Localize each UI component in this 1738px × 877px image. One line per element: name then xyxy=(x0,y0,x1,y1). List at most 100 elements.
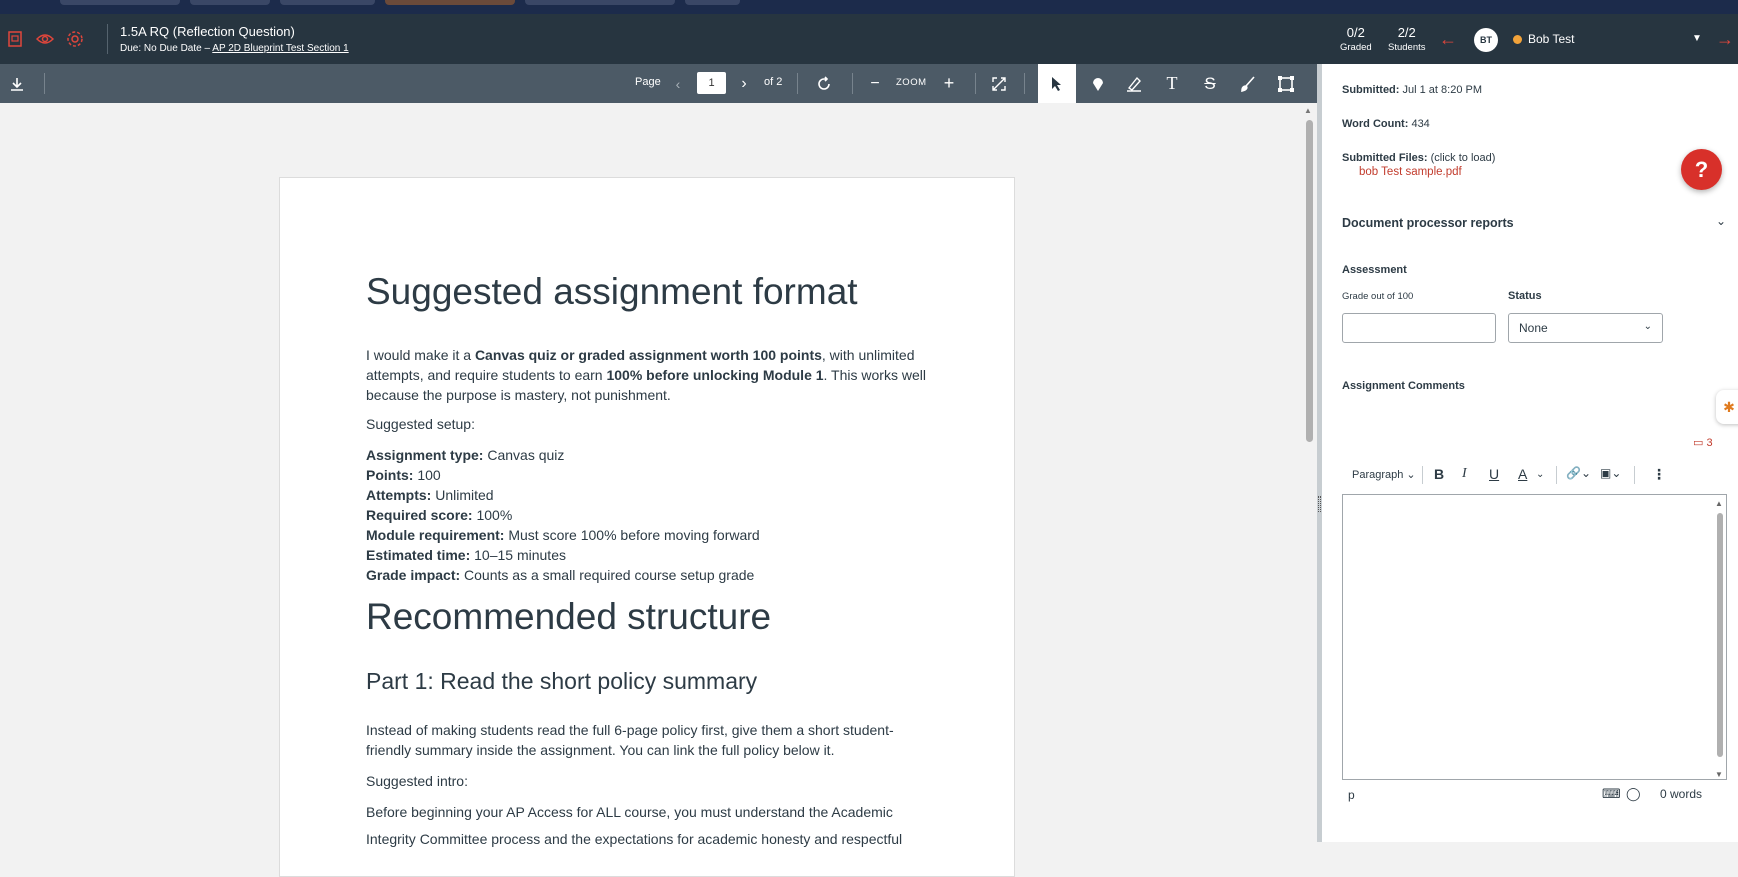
setup-value: 100 xyxy=(413,467,441,483)
browser-tab[interactable] xyxy=(385,0,515,5)
submitted-file-link[interactable]: bob Test sample.pdf xyxy=(1359,166,1462,178)
eye-icon[interactable] xyxy=(35,29,55,49)
files-hint: (click to load) xyxy=(1427,152,1496,164)
doc-heading-structure: Recommended structure xyxy=(366,596,772,637)
question-mark-icon: ? xyxy=(1694,156,1709,182)
toolbar-divider xyxy=(797,73,798,94)
students-stat: 2/2 Students xyxy=(1388,25,1426,53)
setup-key: Estimated time: xyxy=(366,547,471,563)
grade-input[interactable] xyxy=(1342,313,1496,343)
chevron-down-icon[interactable]: ⌄ xyxy=(1536,469,1544,480)
highlight-icon[interactable] xyxy=(1122,64,1146,103)
fullscreen-icon[interactable] xyxy=(988,64,1010,103)
gear-icon[interactable] xyxy=(65,29,85,49)
link-icon[interactable]: 🔗⌄ xyxy=(1566,466,1591,480)
more-options-icon[interactable]: ⋮ xyxy=(1652,466,1666,483)
files-label: Submitted Files: xyxy=(1342,152,1428,164)
bold-icon[interactable]: B xyxy=(1434,466,1444,482)
page-number-input[interactable] xyxy=(697,72,726,94)
toolbar-divider xyxy=(1634,466,1635,484)
speedgrader-header: 1.5A RQ (Reflection Question) Due: No Du… xyxy=(0,14,1738,64)
italic-icon[interactable]: I xyxy=(1462,466,1467,482)
document-page[interactable]: Suggested assignment format I would make… xyxy=(279,177,1015,877)
download-icon[interactable] xyxy=(6,64,28,103)
page-label: Page xyxy=(635,76,661,88)
scrollbar-thumb[interactable] xyxy=(1717,513,1723,757)
zoom-in-icon[interactable]: + xyxy=(940,64,958,103)
block-format-select[interactable]: Paragraph ⌄ xyxy=(1352,468,1416,481)
zoom-out-icon[interactable]: − xyxy=(866,64,884,103)
next-page-icon[interactable]: › xyxy=(734,64,754,103)
previous-page-icon[interactable]: ‹ xyxy=(668,64,688,103)
comment-count[interactable]: ▭ 3 xyxy=(1693,436,1713,449)
assignment-title[interactable]: 1.5A RQ (Reflection Question) xyxy=(120,24,295,39)
browser-tab[interactable] xyxy=(685,0,740,5)
comment-count-value: 3 xyxy=(1706,437,1713,449)
word-count-info: Word Count: 434 xyxy=(1342,118,1430,130)
browser-tab[interactable] xyxy=(280,0,375,5)
previous-student-arrow-icon[interactable]: ← xyxy=(1439,29,1457,50)
chevron-down-icon[interactable]: ⌄ xyxy=(1716,214,1726,228)
doc-intro-paragraph: I would make it a Canvas quiz or graded … xyxy=(366,345,946,405)
toolbar-divider xyxy=(975,73,976,94)
students-count: 2/2 xyxy=(1397,25,1416,40)
comment-bubble-icon: ▭ xyxy=(1693,437,1704,449)
gradebook-icon[interactable] xyxy=(5,29,25,49)
text-color-icon[interactable]: A xyxy=(1518,466,1527,482)
select-pointer-icon[interactable] xyxy=(1038,64,1076,103)
scroll-up-arrow-icon[interactable]: ▲ xyxy=(1715,499,1723,508)
status-select[interactable]: None ⌄ xyxy=(1508,313,1663,343)
editor-scrollbar[interactable]: ▲ ▼ xyxy=(1715,499,1724,779)
student-status-dot xyxy=(1513,35,1522,44)
text-tool-icon[interactable]: T xyxy=(1160,64,1184,103)
setup-item: Points: 100 xyxy=(366,465,441,485)
students-label: Students xyxy=(1388,42,1426,53)
browser-tab[interactable] xyxy=(525,0,675,5)
grading-panel: Submitted: Jul 1 at 8:20 PM Word Count: … xyxy=(1322,64,1738,842)
page-total: of 2 xyxy=(764,76,783,88)
student-select-caret-icon[interactable]: ▼ xyxy=(1692,33,1702,44)
part1-paragraph: Instead of making students read the full… xyxy=(366,722,894,758)
toolbar-divider xyxy=(1024,73,1025,94)
browser-tab[interactable] xyxy=(190,0,270,5)
section-link[interactable]: AP 2D Blueprint Test Section 1 xyxy=(212,43,348,54)
word-count-label: Word Count: xyxy=(1342,118,1409,130)
accessibility-icon[interactable]: ◯ xyxy=(1626,786,1641,802)
scrollbar-thumb[interactable] xyxy=(1306,120,1313,442)
scroll-up-arrow-icon[interactable]: ▲ xyxy=(1304,106,1312,115)
extension-badge-icon[interactable]: ✱ xyxy=(1716,390,1738,424)
submitted-files-info: Submitted Files: (click to load) xyxy=(1342,152,1495,164)
toolbar-divider xyxy=(852,73,853,94)
word-count-status: 0 words xyxy=(1660,787,1703,801)
resize-grip[interactable] xyxy=(1318,496,1321,512)
toolbar-divider xyxy=(1422,466,1423,484)
help-button[interactable]: ? xyxy=(1681,149,1722,190)
setup-label: Suggested setup: xyxy=(366,416,475,432)
keyboard-icon[interactable]: ⌨ xyxy=(1602,786,1621,802)
area-select-icon[interactable] xyxy=(1274,64,1298,103)
avatar: BT xyxy=(1474,28,1498,52)
point-annotation-icon[interactable] xyxy=(1086,64,1110,103)
viewer-scrollbar[interactable]: ▲ xyxy=(1302,103,1316,842)
next-student-arrow-icon[interactable]: → xyxy=(1716,29,1734,50)
scroll-down-arrow-icon[interactable]: ▼ xyxy=(1715,770,1723,779)
setup-value: 10–15 minutes xyxy=(470,547,566,563)
submitted-info: Submitted: Jul 1 at 8:20 PM xyxy=(1342,84,1482,96)
browser-tab-strip xyxy=(0,0,1738,14)
graded-stat: 0/2 Graded xyxy=(1340,25,1372,53)
rich-text-toolbar: Paragraph ⌄ B I U A ⌄ 🔗⌄ ▣⌄ ⋮ xyxy=(1342,460,1727,490)
browser-tab[interactable] xyxy=(60,0,180,5)
document-processor-reports[interactable]: Document processor reports xyxy=(1342,216,1514,230)
comment-editor[interactable]: ▲ ▼ xyxy=(1342,494,1727,780)
student-name[interactable]: Bob Test xyxy=(1528,32,1574,46)
image-icon[interactable]: ▣⌄ xyxy=(1600,466,1621,480)
underline-icon[interactable]: U xyxy=(1489,466,1499,482)
setup-value: Unlimited xyxy=(431,487,494,503)
strikeout-icon[interactable]: S xyxy=(1198,64,1222,103)
element-path: p xyxy=(1348,788,1355,802)
rotate-icon[interactable] xyxy=(812,64,836,103)
toolbar-divider xyxy=(1556,466,1557,484)
freehand-brush-icon[interactable] xyxy=(1236,64,1260,103)
setup-key: Grade impact: xyxy=(366,567,461,583)
toolbar-divider xyxy=(44,73,45,94)
